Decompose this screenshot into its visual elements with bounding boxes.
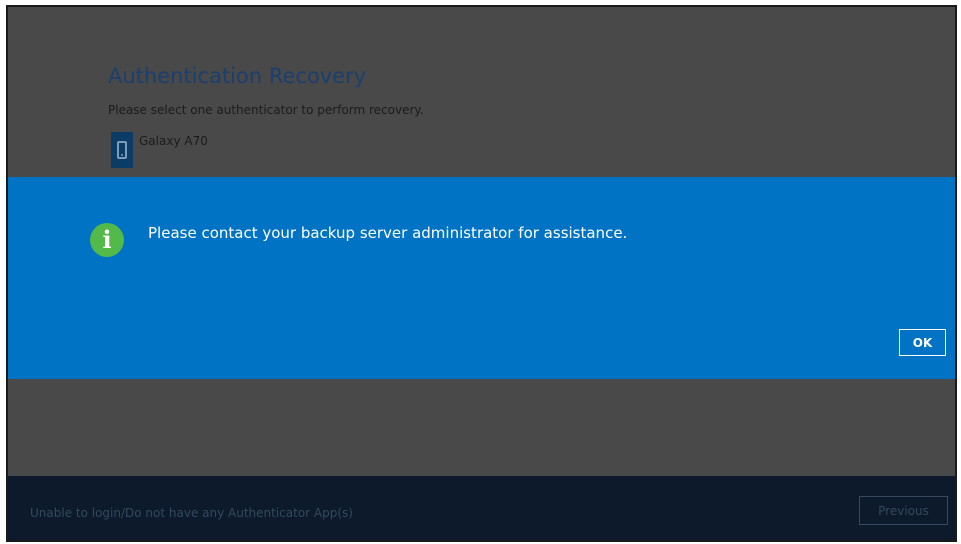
dialog-message: Please contact your backup server admini… [148, 224, 628, 242]
info-icon: i [90, 223, 124, 257]
authenticator-label: Galaxy A70 [139, 134, 208, 148]
footer-bar: Unable to login/Do not have any Authenti… [8, 476, 955, 540]
page-subtitle: Please select one authenticator to perfo… [108, 103, 424, 117]
ok-button[interactable]: OK [899, 329, 946, 356]
no-authenticator-link[interactable]: Unable to login/Do not have any Authenti… [30, 506, 353, 520]
app-window: Authentication Recovery Please select on… [6, 5, 957, 542]
smartphone-icon [111, 132, 133, 168]
authenticator-item-galaxy-a70[interactable]: Galaxy A70 [111, 132, 208, 170]
info-dialog: i Please contact your backup server admi… [8, 177, 955, 379]
previous-button[interactable]: Previous [859, 496, 948, 525]
page-title: Authentication Recovery [108, 64, 367, 88]
